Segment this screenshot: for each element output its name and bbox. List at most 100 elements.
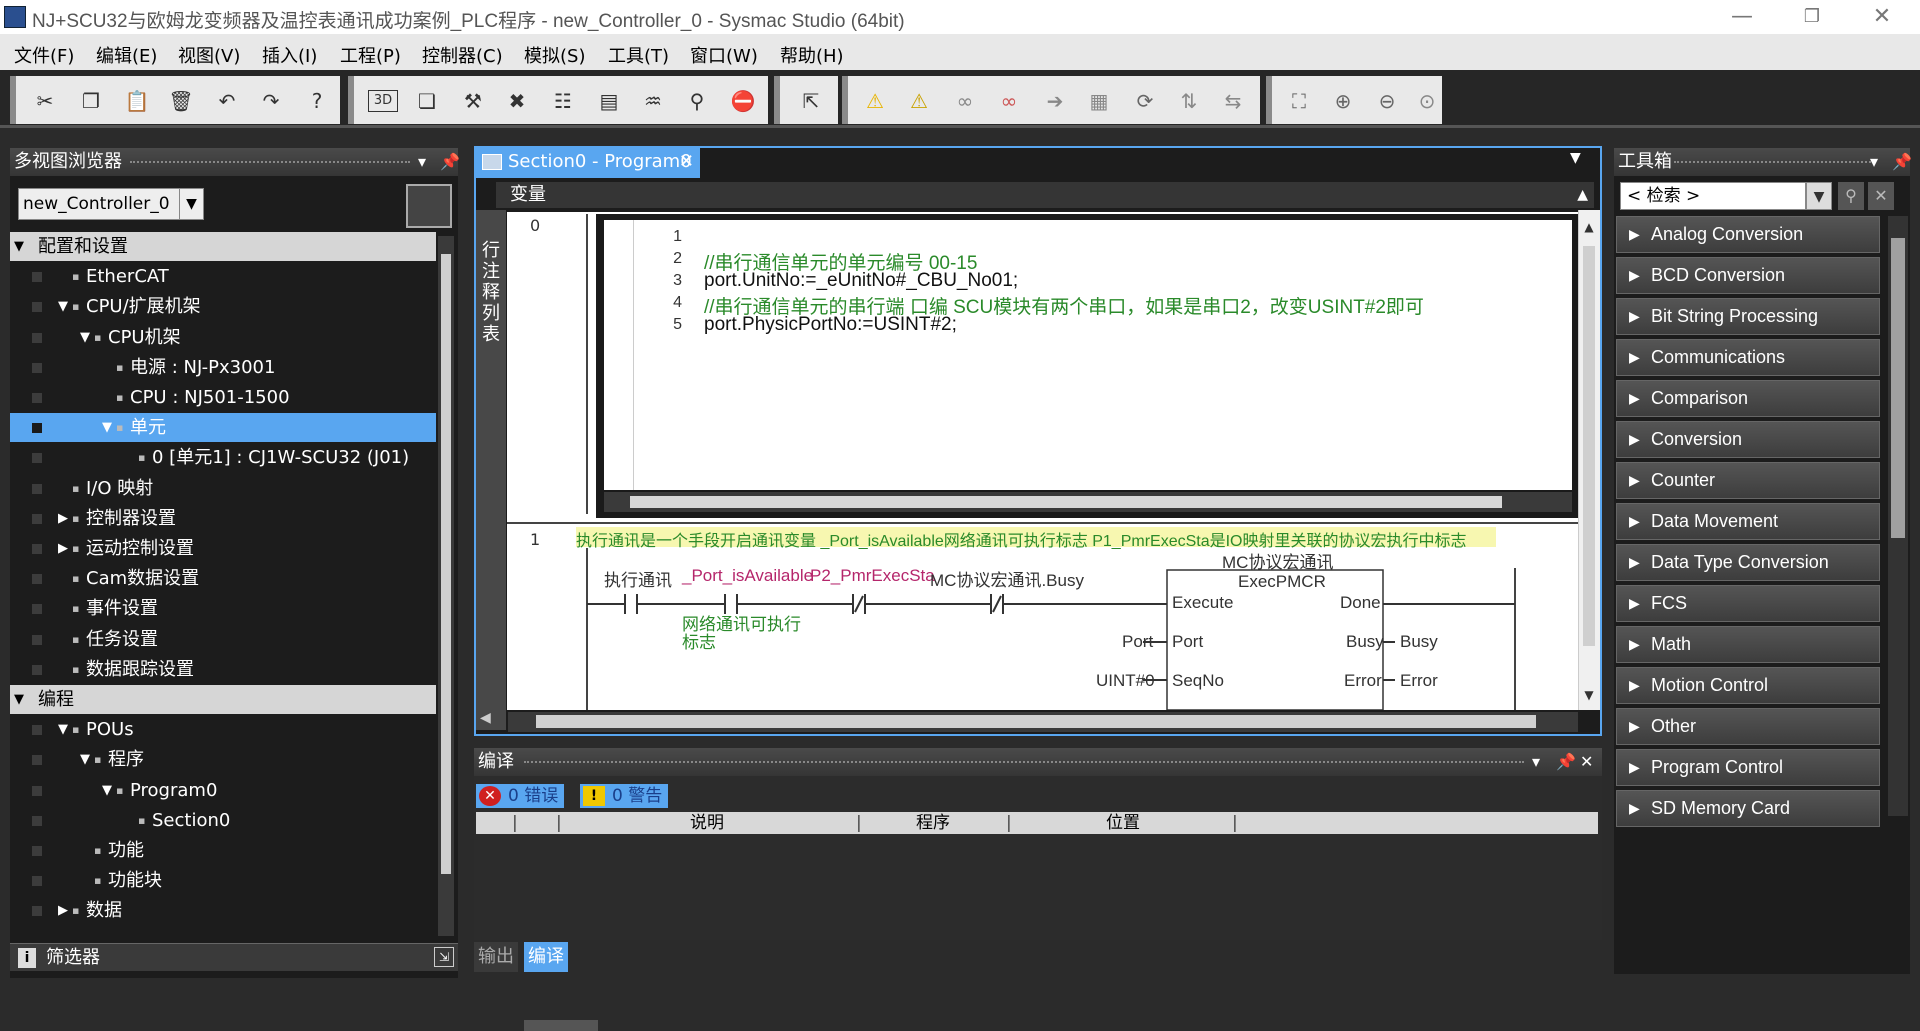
minimize-button[interactable]: —	[1712, 2, 1772, 32]
pin-icon[interactable]: 📌	[1556, 748, 1576, 776]
tree-item[interactable]: ▼ 配置和设置	[10, 232, 436, 261]
menu-insert[interactable]: 插入(I)	[262, 42, 317, 68]
undo-icon[interactable]: ↶	[212, 86, 242, 116]
tree-item[interactable]: ▪ CPU : NJ501-1500	[10, 383, 436, 412]
scrollbar-thumb[interactable]	[441, 254, 451, 874]
pin-icon[interactable]: 📌	[1892, 148, 1912, 176]
toolbox-category[interactable]: ▶ Comparison	[1616, 380, 1880, 417]
tree-item[interactable]: ▪ Section0	[10, 806, 436, 835]
warnings-filter-button[interactable]: ! 0 警告	[580, 784, 669, 808]
column-description[interactable]: 说明	[690, 812, 724, 834]
toolbox-search-input[interactable]: < 检索 >	[1620, 182, 1806, 210]
tree-item[interactable]: ▪ I/O 映射	[10, 474, 436, 503]
tab-list-chevron-icon[interactable]: ▼	[1570, 150, 1581, 166]
sync-icon[interactable]: ⇅	[1174, 86, 1204, 116]
error-icon[interactable]: ⛔	[728, 86, 758, 116]
io-table-icon[interactable]: ☷	[548, 86, 578, 116]
tree-item[interactable]: ▼ ▪ 单元	[10, 413, 436, 443]
search-icon[interactable]: ⚲	[1838, 182, 1864, 210]
search-dropdown-chevron-icon[interactable]: ▼	[1806, 182, 1832, 210]
tab-compile[interactable]: 编译	[524, 942, 568, 972]
menu-help[interactable]: 帮助(H)	[780, 42, 844, 68]
toolbox-category[interactable]: ▶ Analog Conversion	[1616, 216, 1880, 253]
scroll-up-icon[interactable]: ▲	[1581, 220, 1597, 236]
toolbox-category[interactable]: ▶ Conversion	[1616, 421, 1880, 458]
tree-item[interactable]: ▶ ▪ 运动控制设置	[10, 534, 436, 563]
menu-view[interactable]: 视图(V)	[178, 42, 240, 68]
toolbox-category[interactable]: ▶ Program Control	[1616, 749, 1880, 786]
expand-down-icon[interactable]: ▼	[80, 323, 90, 352]
expand-down-icon[interactable]: ▼	[58, 715, 68, 744]
toolbox-category[interactable]: ▶ Data Type Conversion	[1616, 544, 1880, 581]
window-icon[interactable]: ❏	[412, 86, 442, 116]
toolbox-scrollbar[interactable]	[1888, 216, 1908, 816]
toolbox-category[interactable]: ▶ FCS	[1616, 585, 1880, 622]
menu-edit[interactable]: 编辑(E)	[96, 42, 157, 68]
tree-item[interactable]: ▪ 数据跟踪设置	[10, 655, 436, 684]
tree-item[interactable]: ▼ ▪ CPU机架	[10, 323, 436, 352]
menu-window[interactable]: 窗口(W)	[690, 42, 758, 68]
toolbox-category[interactable]: ▶ Data Movement	[1616, 503, 1880, 540]
panel-menu-icon[interactable]: ▾	[418, 148, 426, 176]
editor-horizontal-scrollbar[interactable]	[508, 712, 1578, 732]
redo-icon[interactable]: ↷	[256, 86, 286, 116]
scrollbar-thumb[interactable]	[1583, 246, 1595, 646]
tree-item[interactable]: ▶ ▪ 控制器设置	[10, 504, 436, 533]
online-icon[interactable]: ⇱	[796, 86, 826, 116]
expand-up-icon[interactable]: ▲	[1577, 182, 1588, 208]
data-icon[interactable]: ▤	[594, 86, 624, 116]
toolbox-category[interactable]: ▶ Other	[1616, 708, 1880, 745]
tab-output[interactable]: 输出	[474, 942, 518, 972]
close-tab-icon[interactable]: ✕	[679, 146, 694, 178]
toolbox-category[interactable]: ▶ Math	[1616, 626, 1880, 663]
fit-icon[interactable]: ⛶	[1284, 86, 1314, 116]
expand-down-icon[interactable]: ▼	[14, 232, 24, 261]
toolbox-category[interactable]: ▶ Communications	[1616, 339, 1880, 376]
zoom-out-icon[interactable]: ⊖	[1372, 86, 1402, 116]
scrollbar-thumb[interactable]	[1891, 238, 1905, 538]
scrollbar-thumb[interactable]	[536, 715, 1536, 728]
restore-button[interactable]: ❐	[1782, 2, 1842, 32]
find-icon[interactable]: ⚲	[682, 86, 712, 116]
tree-item[interactable]: ▪ 功能块	[10, 866, 436, 895]
menu-project[interactable]: 工程(P)	[340, 42, 401, 68]
unlink-icon[interactable]: ∞	[994, 86, 1024, 116]
st-code-line[interactable]: port.PhysicPortNo:=USINT#2;	[704, 314, 957, 336]
toolbox-category[interactable]: ▶ SD Memory Card	[1616, 790, 1880, 827]
st-horizontal-scrollbar[interactable]	[604, 492, 1572, 512]
tree-item[interactable]: ▼ 编程	[10, 685, 436, 714]
panel-menu-icon[interactable]: ▾	[1532, 748, 1540, 776]
tree-item[interactable]: ▪ EtherCAT	[10, 262, 436, 291]
copy-icon[interactable]: ❐	[76, 86, 106, 116]
build-icon[interactable]: ⚒	[458, 86, 488, 116]
tree-item[interactable]: ▪ 0 [单元1] : CJ1W-SCU32 (J01)	[10, 443, 436, 472]
filter-bar[interactable]: i 筛选器 ⇲	[10, 943, 458, 971]
expand-down-icon[interactable]: ▼	[102, 413, 112, 442]
rung-comment[interactable]: 执行通讯是一个手段开启通讯变量 _Port_isAvailable网络通讯可执行…	[576, 527, 1496, 550]
clear-search-icon[interactable]: ✕	[1868, 182, 1894, 210]
editor-vertical-scrollbar[interactable]: ▲ ▼	[1578, 210, 1600, 710]
tree-item[interactable]: ▪ 任务设置	[10, 625, 436, 654]
menu-file[interactable]: 文件(F)	[14, 42, 74, 68]
errors-filter-button[interactable]: ✕ 0 错误	[476, 784, 565, 808]
cross-ref-icon[interactable]: ✖	[502, 86, 532, 116]
menu-tools[interactable]: 工具(T)	[608, 42, 669, 68]
tree-item[interactable]: ▪ 电源 : NJ-Px3001	[10, 353, 436, 382]
warning-off-icon[interactable]: ⚠	[904, 86, 934, 116]
close-button[interactable]: ✕	[1852, 2, 1912, 32]
tab-section0-program0[interactable]: Section0 - Program0 ✕	[474, 146, 700, 178]
toolbox-category[interactable]: ▶ Counter	[1616, 462, 1880, 499]
tree-item[interactable]: ▪ 事件设置	[10, 594, 436, 623]
refresh-icon[interactable]: ⟳	[1130, 86, 1160, 116]
menu-controller[interactable]: 控制器(C)	[422, 42, 503, 68]
tree-item[interactable]: ▼ ▪ POUs	[10, 715, 436, 744]
tree-item[interactable]: ▼ ▪ CPU/扩展机架	[10, 292, 436, 321]
3d-icon[interactable]: 3D	[368, 90, 398, 112]
tree-item[interactable]: ▼ ▪ Program0	[10, 776, 436, 805]
column-program[interactable]: 程序	[916, 812, 950, 834]
scroll-left-icon[interactable]: ◀	[480, 710, 500, 730]
network-icon[interactable]: ♒	[638, 86, 668, 116]
variable-table-bar[interactable]: 变量 ▲	[496, 182, 1594, 208]
expand-right-icon[interactable]: ▶	[58, 896, 68, 922]
toolbox-category[interactable]: ▶ Bit String Processing	[1616, 298, 1880, 335]
